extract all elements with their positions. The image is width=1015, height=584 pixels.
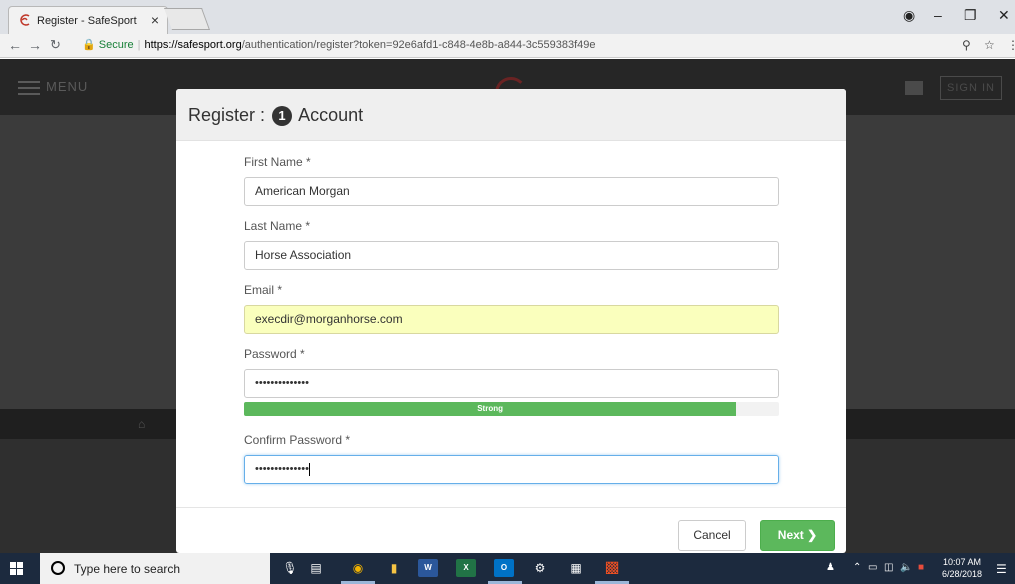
people-icon[interactable]: ♟ [826, 562, 835, 573]
clock-time: 10:07 AM [942, 557, 982, 567]
url-host: https://safesport.org [144, 39, 242, 51]
confirm-password-input[interactable]: •••••••••••••• [244, 455, 779, 484]
file-explorer-icon[interactable]: ▮ [384, 559, 404, 577]
address-bar[interactable]: 🔒 Secure | https://safesport.org/authentic… [82, 38, 596, 51]
outlook-icon[interactable]: O [494, 559, 514, 577]
modal-header: Register : 1 Account [176, 89, 846, 141]
password-label: Password * [244, 347, 305, 361]
browser-tab[interactable]: Register - SafeSport × [8, 6, 168, 34]
key-icon[interactable]: ⚲ [962, 38, 971, 52]
bookmark-star-icon[interactable]: ☆ [984, 38, 995, 52]
task-view-icon[interactable]: ▤ [306, 559, 326, 577]
windows-start-icon[interactable] [10, 562, 23, 575]
cart-icon[interactable] [905, 81, 923, 95]
register-modal: Register : 1 Account First Name * Americ… [176, 89, 846, 553]
email-label: Email * [244, 283, 283, 297]
title-suffix: Account [298, 105, 364, 125]
cortana-icon [51, 561, 65, 575]
modal-title: Register : 1 Account [188, 105, 363, 126]
forward-icon[interactable]: → [28, 37, 42, 53]
notification-app-icon[interactable]: ■ [918, 562, 924, 573]
menu-label: MENU [46, 79, 89, 94]
restore-icon[interactable]: ❐ [964, 7, 977, 24]
safesport-favicon-icon [20, 14, 30, 26]
first-name-label: First Name * [244, 155, 311, 169]
tab-title: Register - SafeSport [37, 15, 137, 27]
windows-taskbar: Type here to search 🎙 ▤ ◉ ▮ W X O ⚙ ▦ ▩ … [0, 553, 1015, 584]
clock-date: 6/28/2018 [941, 569, 983, 579]
back-icon[interactable]: ← [8, 37, 22, 53]
more-icon[interactable]: ⋮ [1007, 38, 1015, 52]
last-name-label: Last Name * [244, 219, 311, 233]
action-center-icon[interactable]: ☰ [996, 562, 1007, 576]
step-number-badge: 1 [272, 106, 293, 126]
volume-icon[interactable]: 🔈 [900, 562, 912, 573]
strength-fill: Strong [244, 402, 737, 416]
word-icon[interactable]: W [418, 559, 438, 577]
hamburger-icon [18, 86, 40, 89]
confirm-password-value: •••••••••••••• [255, 463, 309, 475]
minimize-icon[interactable]: – [934, 7, 942, 23]
secure-label: Secure [98, 39, 134, 51]
tab-close-icon[interactable]: × [151, 12, 159, 28]
lock-icon: 🔒 [82, 39, 96, 51]
sign-in-button[interactable]: SIGN IN [940, 76, 1002, 100]
battery-icon[interactable]: ▭ [868, 562, 877, 573]
excel-icon[interactable]: X [456, 559, 476, 577]
home-icon[interactable]: ⌂ [138, 417, 145, 431]
last-name-input[interactable]: Horse Association [244, 241, 779, 270]
browser-toolbar: ← → ↻ 🔒 Secure | https://safesport.org/aut… [0, 34, 1015, 58]
chrome-icon[interactable]: ◉ [348, 559, 368, 577]
confirm-password-label: Confirm Password * [244, 433, 351, 447]
tray-chevron-icon[interactable]: ⌃ [853, 562, 861, 573]
network-icon[interactable]: ◫ [884, 562, 893, 573]
taskbar-search[interactable]: Type here to search [40, 553, 270, 584]
next-button[interactable]: Next ❯ [760, 520, 835, 551]
calculator-icon[interactable]: ▦ [566, 559, 586, 577]
title-prefix: Register : [188, 105, 266, 125]
profile-icon[interactable]: ◉ [903, 7, 915, 24]
email-input[interactable]: execdir@morganhorse.com [244, 305, 779, 334]
text-caret [308, 462, 310, 476]
microphone-icon[interactable]: 🎙 [280, 559, 300, 577]
reload-icon[interactable]: ↻ [50, 37, 61, 53]
strength-label: Strong [477, 404, 503, 413]
modal-footer: Cancel Next ❯ [176, 507, 846, 553]
new-tab-button[interactable] [163, 8, 211, 30]
close-window-icon[interactable]: ✕ [998, 7, 1010, 24]
first-name-input[interactable]: American Morgan [244, 177, 779, 206]
taskbar-clock[interactable]: 10:07 AM 6/28/2018 [940, 556, 984, 580]
settings-gear-icon[interactable]: ⚙ [530, 559, 550, 577]
browser-tab-strip: Register - SafeSport × ◉ – ❐ ✕ [0, 0, 1015, 34]
password-strength-bar: Strong [244, 402, 779, 416]
password-input[interactable]: •••••••••••••• [244, 369, 779, 398]
store-icon[interactable]: ▩ [602, 559, 622, 577]
url-path: /authentication/register?token=92e6afd1-… [241, 39, 596, 51]
cancel-button[interactable]: Cancel [678, 520, 746, 551]
search-placeholder: Type here to search [74, 562, 181, 576]
menu-button[interactable]: MENU [18, 79, 88, 94]
